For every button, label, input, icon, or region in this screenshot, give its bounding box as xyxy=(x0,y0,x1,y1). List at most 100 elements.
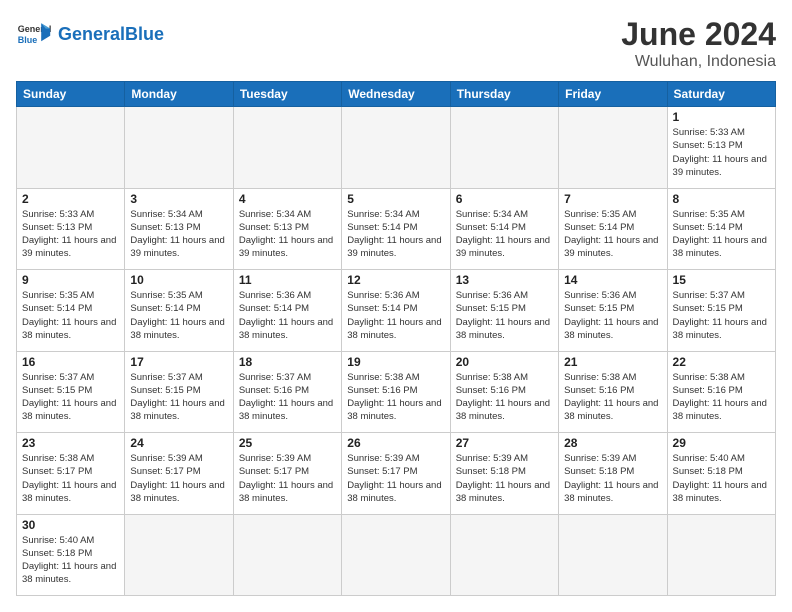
logo-label: GeneralBlue xyxy=(58,24,164,45)
day-number: 4 xyxy=(239,192,336,206)
day-number: 30 xyxy=(22,518,119,532)
calendar-cell: 29 Sunrise: 5:40 AM Sunset: 5:18 PM Dayli… xyxy=(667,433,775,515)
day-info: Sunrise: 5:33 AM Sunset: 5:13 PM Dayligh… xyxy=(673,126,770,179)
day-info: Sunrise: 5:38 AM Sunset: 5:16 PM Dayligh… xyxy=(347,371,444,424)
calendar-cell: 18Sunrise: 5:37 AM Sunset: 5:16 PM Dayli… xyxy=(233,351,341,433)
calendar-cell: 15Sunrise: 5:37 AM Sunset: 5:15 PM Dayli… xyxy=(667,270,775,352)
day-number: 23 xyxy=(22,436,119,450)
title-section: June 2024 Wuluhan, Indonesia xyxy=(621,16,776,71)
day-info: Sunrise: 5:37 AM Sunset: 5:16 PM Dayligh… xyxy=(239,371,336,424)
calendar-cell: 17Sunrise: 5:37 AM Sunset: 5:15 PM Dayli… xyxy=(125,351,233,433)
day-info: Sunrise: 5:38 AM Sunset: 5:16 PM Dayligh… xyxy=(564,371,661,424)
day-number: 9 xyxy=(22,273,119,287)
day-number: 25 xyxy=(239,436,336,450)
calendar-cell xyxy=(342,514,450,596)
calendar-cell: 24 Sunrise: 5:39 AM Sunset: 5:17 PM Dayli… xyxy=(125,433,233,515)
calendar-week-row: 30 Sunrise: 5:40 AM Sunset: 5:18 PM Dayli… xyxy=(17,514,776,596)
day-number: 2 xyxy=(22,192,119,206)
day-info: Sunrise: 5:35 AM Sunset: 5:14 PM Dayligh… xyxy=(130,289,227,342)
day-info: Sunrise: 5:36 AM Sunset: 5:14 PM Dayligh… xyxy=(239,289,336,342)
month-title: June 2024 xyxy=(621,16,776,53)
day-number: 10 xyxy=(130,273,227,287)
day-info: Sunrise: 5:35 AM Sunset: 5:14 PM Dayligh… xyxy=(22,289,119,342)
calendar-cell: 7 Sunrise: 5:35 AM Sunset: 5:14 PM Daylig… xyxy=(559,188,667,270)
day-number: 20 xyxy=(456,355,553,369)
day-info: Sunrise: 5:38 AM Sunset: 5:17 PM Dayligh… xyxy=(22,452,119,505)
day-info: Sunrise: 5:40 AM Sunset: 5:18 PM Dayligh… xyxy=(22,534,119,587)
generalblue-logo-icon: General Blue xyxy=(16,16,52,52)
calendar-cell: 6 Sunrise: 5:34 AM Sunset: 5:14 PM Daylig… xyxy=(450,188,558,270)
logo: General Blue GeneralBlue xyxy=(16,16,164,52)
calendar-cell: 13Sunrise: 5:36 AM Sunset: 5:15 PM Dayli… xyxy=(450,270,558,352)
calendar-cell: 5Sunrise: 5:34 AM Sunset: 5:14 PM Daylig… xyxy=(342,188,450,270)
calendar-week-row: 9 Sunrise: 5:35 AM Sunset: 5:14 PM Daylig… xyxy=(17,270,776,352)
day-of-week-header: Wednesday xyxy=(342,82,450,107)
day-info: Sunrise: 5:34 AM Sunset: 5:13 PM Dayligh… xyxy=(130,208,227,261)
calendar-cell: 19Sunrise: 5:38 AM Sunset: 5:16 PM Dayli… xyxy=(342,351,450,433)
day-number: 28 xyxy=(564,436,661,450)
day-number: 5 xyxy=(347,192,444,206)
calendar-cell xyxy=(450,514,558,596)
calendar-cell xyxy=(667,514,775,596)
calendar-cell: 28 Sunrise: 5:39 AM Sunset: 5:18 PM Dayli… xyxy=(559,433,667,515)
calendar-cell: 9 Sunrise: 5:35 AM Sunset: 5:14 PM Daylig… xyxy=(17,270,125,352)
day-info: Sunrise: 5:36 AM Sunset: 5:14 PM Dayligh… xyxy=(347,289,444,342)
calendar-cell: 20 Sunrise: 5:38 AM Sunset: 5:16 PM Dayli… xyxy=(450,351,558,433)
day-info: Sunrise: 5:36 AM Sunset: 5:15 PM Dayligh… xyxy=(456,289,553,342)
day-number: 8 xyxy=(673,192,770,206)
calendar-cell xyxy=(125,107,233,189)
day-of-week-header: Saturday xyxy=(667,82,775,107)
calendar-cell: 27Sunrise: 5:39 AM Sunset: 5:18 PM Dayli… xyxy=(450,433,558,515)
day-info: Sunrise: 5:38 AM Sunset: 5:16 PM Dayligh… xyxy=(456,371,553,424)
day-info: Sunrise: 5:35 AM Sunset: 5:14 PM Dayligh… xyxy=(564,208,661,261)
calendar-cell xyxy=(342,107,450,189)
calendar-cell: 22Sunrise: 5:38 AM Sunset: 5:16 PM Dayli… xyxy=(667,351,775,433)
day-info: Sunrise: 5:34 AM Sunset: 5:14 PM Dayligh… xyxy=(456,208,553,261)
day-number: 3 xyxy=(130,192,227,206)
calendar-cell: 8Sunrise: 5:35 AM Sunset: 5:14 PM Daylig… xyxy=(667,188,775,270)
day-info: Sunrise: 5:39 AM Sunset: 5:17 PM Dayligh… xyxy=(130,452,227,505)
calendar-week-row: 16 Sunrise: 5:37 AM Sunset: 5:15 PM Dayli… xyxy=(17,351,776,433)
page: General Blue GeneralBlue June 2024 Wuluh… xyxy=(0,0,792,612)
calendar-cell xyxy=(450,107,558,189)
calendar-cell: 2Sunrise: 5:33 AM Sunset: 5:13 PM Daylig… xyxy=(17,188,125,270)
day-info: Sunrise: 5:40 AM Sunset: 5:18 PM Dayligh… xyxy=(673,452,770,505)
calendar-cell: 23 Sunrise: 5:38 AM Sunset: 5:17 PM Dayli… xyxy=(17,433,125,515)
calendar-cell: 21Sunrise: 5:38 AM Sunset: 5:16 PM Dayli… xyxy=(559,351,667,433)
day-number: 7 xyxy=(564,192,661,206)
day-number: 27 xyxy=(456,436,553,450)
day-info: Sunrise: 5:37 AM Sunset: 5:15 PM Dayligh… xyxy=(22,371,119,424)
calendar-cell: 10 Sunrise: 5:35 AM Sunset: 5:14 PM Dayli… xyxy=(125,270,233,352)
day-of-week-header: Monday xyxy=(125,82,233,107)
day-header-row: SundayMondayTuesdayWednesdayThursdayFrid… xyxy=(17,82,776,107)
day-info: Sunrise: 5:34 AM Sunset: 5:13 PM Dayligh… xyxy=(239,208,336,261)
calendar-week-row: 2Sunrise: 5:33 AM Sunset: 5:13 PM Daylig… xyxy=(17,188,776,270)
day-of-week-header: Thursday xyxy=(450,82,558,107)
calendar-cell xyxy=(559,107,667,189)
day-info: Sunrise: 5:37 AM Sunset: 5:15 PM Dayligh… xyxy=(673,289,770,342)
day-of-week-header: Friday xyxy=(559,82,667,107)
day-number: 1 xyxy=(673,110,770,124)
day-of-week-header: Tuesday xyxy=(233,82,341,107)
day-number: 11 xyxy=(239,273,336,287)
calendar-cell xyxy=(125,514,233,596)
calendar-cell: 25Sunrise: 5:39 AM Sunset: 5:17 PM Dayli… xyxy=(233,433,341,515)
day-number: 22 xyxy=(673,355,770,369)
calendar-week-row: 23 Sunrise: 5:38 AM Sunset: 5:17 PM Dayli… xyxy=(17,433,776,515)
calendar-cell xyxy=(233,107,341,189)
calendar-week-row: 1 Sunrise: 5:33 AM Sunset: 5:13 PM Daylig… xyxy=(17,107,776,189)
day-info: Sunrise: 5:36 AM Sunset: 5:15 PM Dayligh… xyxy=(564,289,661,342)
day-info: Sunrise: 5:39 AM Sunset: 5:18 PM Dayligh… xyxy=(564,452,661,505)
day-number: 6 xyxy=(456,192,553,206)
header: General Blue GeneralBlue June 2024 Wuluh… xyxy=(16,16,776,71)
calendar-cell: 26Sunrise: 5:39 AM Sunset: 5:17 PM Dayli… xyxy=(342,433,450,515)
day-number: 29 xyxy=(673,436,770,450)
calendar-cell: 14Sunrise: 5:36 AM Sunset: 5:15 PM Dayli… xyxy=(559,270,667,352)
day-number: 24 xyxy=(130,436,227,450)
calendar-cell xyxy=(233,514,341,596)
day-number: 26 xyxy=(347,436,444,450)
calendar-cell: 16 Sunrise: 5:37 AM Sunset: 5:15 PM Dayli… xyxy=(17,351,125,433)
day-info: Sunrise: 5:37 AM Sunset: 5:15 PM Dayligh… xyxy=(130,371,227,424)
calendar-cell: 4 Sunrise: 5:34 AM Sunset: 5:13 PM Daylig… xyxy=(233,188,341,270)
day-number: 16 xyxy=(22,355,119,369)
